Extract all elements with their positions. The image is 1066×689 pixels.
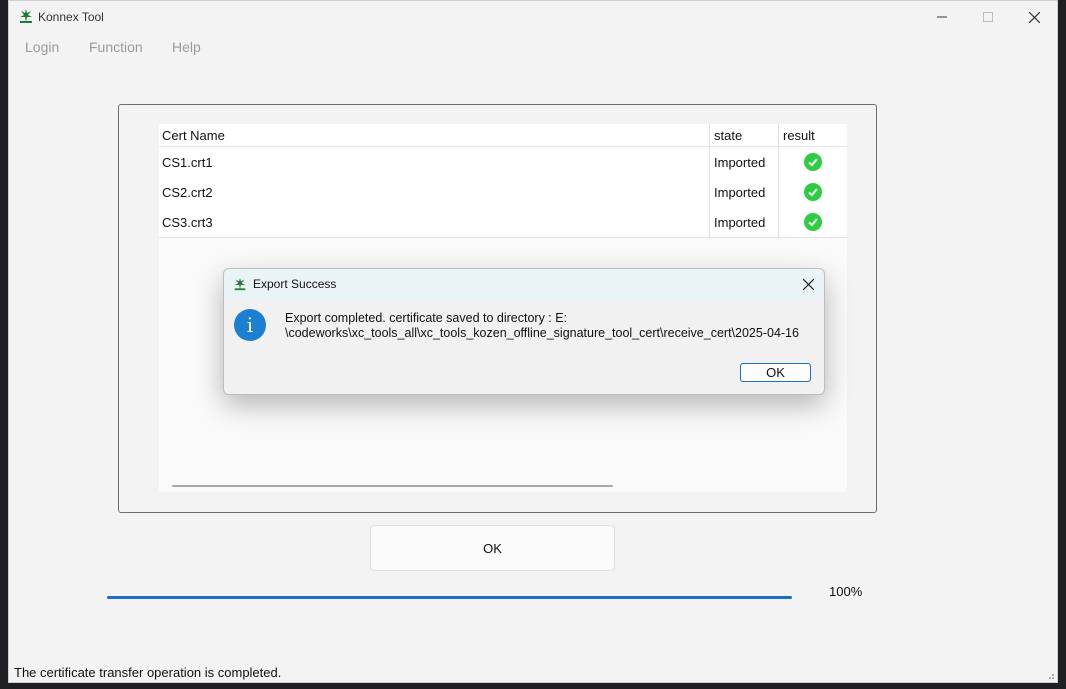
result-cell <box>779 177 847 207</box>
dialog-title: Export Success <box>253 277 337 291</box>
cert-name-cell: CS3.crt3 <box>159 207 710 237</box>
cert-name-cell: CS2.crt2 <box>159 177 710 207</box>
column-header-result[interactable]: result <box>779 124 847 146</box>
progress-percent: 100% <box>829 584 863 599</box>
column-header-state[interactable]: state <box>710 124 779 146</box>
app-logo-icon <box>234 277 246 291</box>
window-title: Konnex Tool <box>38 10 104 24</box>
close-icon <box>802 278 814 290</box>
success-check-icon <box>804 153 822 171</box>
main-ok-button[interactable]: OK <box>370 525 615 571</box>
table-header: Cert Name state result <box>159 124 847 147</box>
state-cell: Imported <box>710 177 779 207</box>
maximize-button[interactable] <box>965 5 1011 29</box>
app-logo-icon <box>20 9 32 23</box>
close-button[interactable] <box>1011 5 1057 29</box>
progress-bar <box>107 596 792 599</box>
maximize-icon <box>983 12 993 22</box>
state-cell: Imported <box>710 147 779 177</box>
minimize-icon <box>937 16 947 18</box>
dialog-message-line-2: \codeworks\xc_tools_all\xc_tools_kozen_o… <box>285 326 799 340</box>
background-editor-left <box>0 0 8 689</box>
state-cell: Imported <box>710 207 779 237</box>
cert-name-cell: CS1.crt1 <box>159 147 710 177</box>
table-row[interactable]: CS1.crt1 Imported <box>159 147 847 178</box>
result-cell <box>779 207 847 237</box>
menu-help[interactable]: Help <box>172 39 201 55</box>
dialog-message: Export completed. certificate saved to d… <box>285 311 820 341</box>
table-row[interactable]: CS2.crt2 Imported <box>159 177 847 208</box>
column-header-cert-name[interactable]: Cert Name <box>159 124 710 146</box>
export-success-dialog: Export Success i Export completed. certi… <box>223 268 825 395</box>
dialog-ok-button[interactable]: OK <box>740 363 811 382</box>
dialog-message-line-1: Export completed. certificate saved to d… <box>285 311 568 325</box>
status-bar-text: The certificate transfer operation is co… <box>14 665 282 680</box>
background-editor-right <box>1058 0 1066 689</box>
dialog-close-button[interactable] <box>798 275 818 293</box>
menu-bar: Login Function Help <box>9 37 1057 59</box>
horizontal-scrollbar[interactable] <box>172 485 613 487</box>
resize-grip-icon[interactable] <box>1045 670 1055 680</box>
result-cell <box>779 147 847 177</box>
title-bar[interactable]: Konnex Tool <box>9 1 1057 33</box>
success-check-icon <box>804 213 822 231</box>
progress-fill <box>107 596 792 599</box>
dialog-title-bar[interactable]: Export Success <box>224 269 824 299</box>
success-check-icon <box>804 183 822 201</box>
close-icon <box>1028 11 1040 23</box>
minimize-button[interactable] <box>919 5 965 29</box>
menu-login[interactable]: Login <box>25 39 59 55</box>
info-icon: i <box>234 309 266 341</box>
menu-function[interactable]: Function <box>89 39 143 55</box>
table-row[interactable]: CS3.crt3 Imported <box>159 207 847 238</box>
